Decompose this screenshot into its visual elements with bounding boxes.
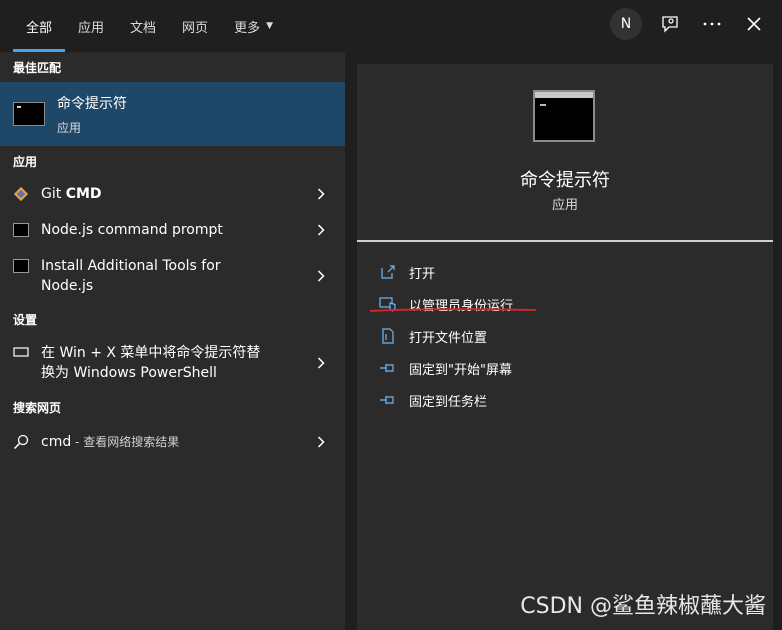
app-item-nodejs-prompt[interactable]: Node.js command prompt <box>0 212 345 248</box>
tab-more-label: 更多 <box>234 20 261 36</box>
chevron-right-icon[interactable] <box>313 353 329 373</box>
tab-all[interactable]: 全部 <box>13 0 66 52</box>
tab-apps[interactable]: 应用 <box>65 0 117 52</box>
annotation-underline <box>369 308 537 312</box>
apps-header: 应用 <box>13 154 38 169</box>
command-prompt-icon <box>533 90 595 142</box>
tab-apps-label: 应用 <box>78 20 105 36</box>
best-match-title: 命令提示符 <box>57 95 127 112</box>
best-match-item[interactable]: 命令提示符 应用 <box>0 82 345 146</box>
chevron-right-icon[interactable] <box>313 432 329 452</box>
app-item-install-tools[interactable]: Install Additional Tools for Node.js <box>0 248 345 304</box>
chevron-down-icon: ▼ <box>266 21 273 31</box>
tab-documents-label: 文档 <box>130 20 157 36</box>
close-button[interactable] <box>740 8 768 40</box>
terminal-icon <box>13 222 29 238</box>
best-match-subtitle: 应用 <box>57 120 82 135</box>
web-search-hint: - 查看网络搜索结果 <box>71 435 180 449</box>
avatar-letter: N <box>620 16 632 32</box>
chevron-right-icon[interactable] <box>313 184 329 204</box>
search-icon <box>13 434 29 450</box>
filter-tabs: 全部 应用 文档 网页 更多 ▼ <box>13 0 286 52</box>
settings-item-line2: 换为 Windows PowerShell <box>41 365 217 381</box>
web-search-header: 搜索网页 <box>13 400 62 415</box>
pin-icon <box>379 392 397 408</box>
web-search-item[interactable]: cmd - 查看网络搜索结果 <box>0 422 345 462</box>
tab-web-label: 网页 <box>182 20 209 36</box>
app-item-label: Git <box>41 186 66 202</box>
app-item-label-bold: CMD <box>65 186 102 202</box>
action-pin-to-start[interactable]: 固定到"开始"屏幕 <box>379 352 513 384</box>
chevron-right-icon[interactable] <box>313 220 329 240</box>
detail-title: 命令提示符 <box>520 170 610 191</box>
app-item-git-cmd[interactable]: Git CMD <box>0 176 345 212</box>
tab-documents[interactable]: 文档 <box>117 0 169 52</box>
tab-all-label: 全部 <box>26 20 53 36</box>
feedback-icon <box>662 16 678 33</box>
detail-subtitle: 应用 <box>551 198 578 213</box>
pin-icon <box>379 360 397 376</box>
chevron-right-icon[interactable] <box>313 266 329 286</box>
web-search-query: cmd <box>41 434 72 450</box>
search-top-bar: 全部 应用 文档 网页 更多 ▼ N <box>0 0 782 52</box>
action-run-as-admin[interactable]: 以管理员身份运行 <box>379 288 513 320</box>
ellipsis-icon <box>703 22 721 26</box>
action-open[interactable]: 打开 <box>379 256 513 288</box>
app-item-label-line2: Node.js <box>41 278 94 294</box>
terminal-icon <box>13 258 29 274</box>
app-item-label: Node.js command prompt <box>41 222 223 238</box>
action-label: 打开文件位置 <box>409 330 488 346</box>
avatar[interactable]: N <box>610 8 642 40</box>
action-list: 打开 以管理员身份运行 打开文件位置 固定到"开始"屏幕 固定到任务栏 <box>379 256 513 416</box>
detail-panel: 命令提示符 应用 打开 以管理员身份运行 打开文件位置 固定到"开始"屏幕 固定… <box>357 64 773 630</box>
action-pin-to-taskbar[interactable]: 固定到任务栏 <box>379 384 513 416</box>
display-settings-icon <box>13 344 29 360</box>
more-options-button[interactable] <box>698 8 726 40</box>
best-match-header: 最佳匹配 <box>13 60 62 75</box>
app-item-label-line1: Install Additional Tools for <box>41 258 221 274</box>
results-panel: 最佳匹配 命令提示符 应用 应用 Git CMD Node.js command… <box>0 52 345 630</box>
action-open-file-location[interactable]: 打开文件位置 <box>379 320 513 352</box>
close-icon <box>747 17 761 31</box>
command-prompt-icon <box>13 102 45 126</box>
settings-item[interactable]: 在 Win + X 菜单中将命令提示符替 换为 Windows PowerShe… <box>0 334 345 392</box>
action-label: 固定到任务栏 <box>409 394 488 410</box>
file-location-icon <box>379 328 397 344</box>
feedback-button[interactable] <box>656 8 684 40</box>
action-label: 固定到"开始"屏幕 <box>409 362 512 378</box>
git-icon <box>13 186 29 202</box>
open-icon <box>379 264 397 280</box>
settings-item-line1: 在 Win + X 菜单中将命令提示符替 <box>41 345 261 361</box>
action-label: 打开 <box>409 266 436 282</box>
divider <box>357 240 773 242</box>
settings-header: 设置 <box>13 312 38 327</box>
tab-more[interactable]: 更多 ▼ <box>221 0 286 52</box>
watermark: CSDN @鲨鱼辣椒蘸大酱 <box>520 594 766 619</box>
tab-web[interactable]: 网页 <box>169 0 221 52</box>
top-actions: N <box>610 8 768 40</box>
